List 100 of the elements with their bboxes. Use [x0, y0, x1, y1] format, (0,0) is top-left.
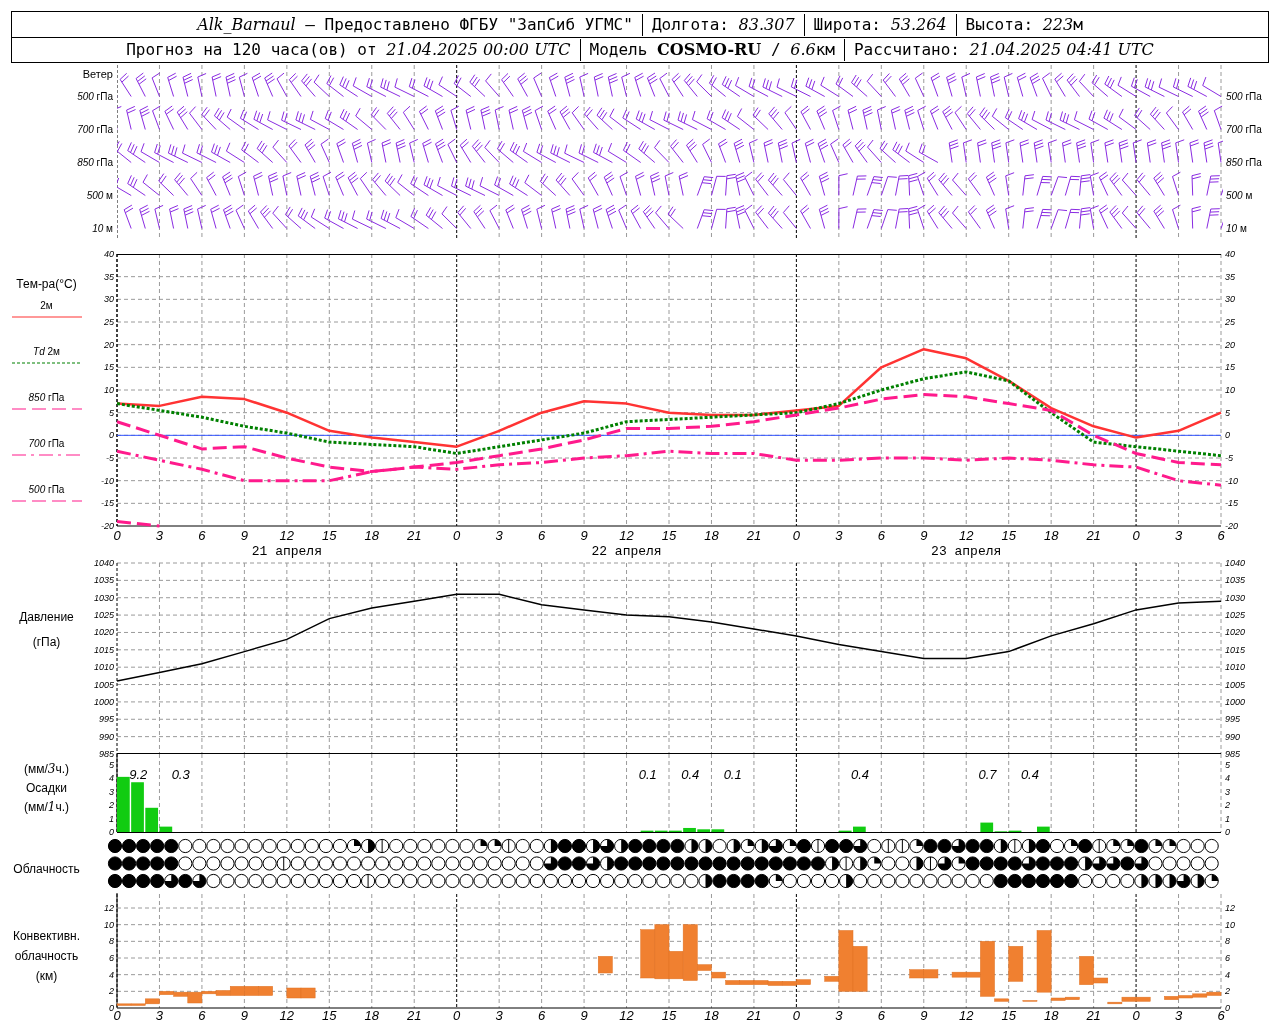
- y-tick-label: -20: [1225, 521, 1238, 531]
- x-tick-label: 15: [1001, 528, 1016, 543]
- x-tick-label: 0: [453, 1008, 461, 1023]
- x-tick-label: 12: [959, 1008, 974, 1023]
- axis-title: Тем-ра(°C): [16, 276, 77, 293]
- header-text: Прогноз на 120 часа(ов) от 21.04.2025 00:00 UTC: [126, 39, 571, 61]
- level-label: 500 м: [1226, 189, 1253, 203]
- header-text: Широта: 53.264: [813, 13, 947, 36]
- axis-title: Облачность: [13, 861, 80, 878]
- axis-unit: (мм/1 ч.): [23, 800, 70, 814]
- y-tick-label: 20: [104, 339, 114, 350]
- y-tick-label: 35: [1225, 271, 1235, 282]
- y-tick-label: 40: [1225, 249, 1235, 259]
- y-tick-label: -5: [106, 453, 114, 463]
- x-tick-label: 6: [538, 528, 546, 543]
- precipitation-total: 0.7: [978, 767, 997, 782]
- x-tick-label: 3: [495, 528, 503, 543]
- level-label: 850 гПа: [1226, 156, 1262, 170]
- y-tick-label: 0: [1225, 430, 1230, 441]
- y-tick-label: 6: [109, 953, 114, 963]
- y-tick-label: 2: [1225, 800, 1230, 811]
- y-tick-label: 985: [1225, 749, 1241, 759]
- precipitation-total: 0.4: [851, 767, 870, 782]
- y-tick-label: -20: [101, 521, 114, 531]
- y-tick-label: 1015: [93, 644, 114, 655]
- x-tick-label: 3: [835, 528, 843, 543]
- x-tick-label: 6: [1217, 1008, 1225, 1023]
- x-tick-label: 18: [704, 1008, 719, 1023]
- x-tick-label: 0: [113, 528, 121, 543]
- axis-title: Конвективн.: [12, 928, 81, 945]
- y-tick-label: 985: [98, 749, 114, 759]
- x-tick-label: 0: [453, 528, 461, 543]
- x-tick-label: 3: [155, 528, 164, 543]
- y-tick-label: -10: [1225, 475, 1238, 486]
- x-tick-label: 6: [538, 1008, 546, 1023]
- y-tick-label: 1010: [93, 662, 114, 673]
- y-tick-label: 1015: [1225, 644, 1246, 655]
- y-tick-label: 3: [109, 786, 114, 797]
- x-tick-label: 9: [580, 528, 588, 543]
- y-tick-label: 2: [109, 986, 114, 997]
- y-tick-label: -10: [101, 475, 114, 486]
- level-label: 700 гПа: [1226, 123, 1262, 137]
- x-tick-label: 12: [619, 1008, 634, 1023]
- header-text: Высота: 223м: [965, 13, 1083, 36]
- y-tick-label: -5: [1225, 453, 1233, 463]
- y-tick-label: 30: [104, 294, 114, 305]
- legend-label: Td 2м: [33, 345, 60, 359]
- y-tick-label: 990: [1225, 731, 1241, 742]
- precipitation-total: 0.4: [681, 767, 700, 782]
- x-tick-label: 12: [279, 1008, 295, 1023]
- y-tick-label: 1010: [1225, 662, 1246, 673]
- y-tick-label: 1035: [1225, 575, 1246, 586]
- y-tick-label: 1000: [1225, 696, 1246, 707]
- precipitation-total: 0.1: [638, 767, 657, 782]
- y-tick-label: 10: [104, 919, 114, 930]
- y-tick-label: 5: [1225, 407, 1230, 418]
- y-tick-label: 10: [104, 385, 114, 395]
- x-tick-label: 9: [920, 528, 928, 543]
- y-tick-label: 25: [104, 317, 114, 327]
- header-text: Модель COSMO-RU / 6.6км: [589, 39, 835, 61]
- x-tick-label: 9: [920, 1008, 928, 1023]
- y-tick-label: -15: [1225, 498, 1238, 509]
- y-tick-label: 1030: [93, 592, 114, 603]
- x-tick-label: 21: [746, 528, 762, 543]
- x-tick-label: 0: [1132, 528, 1140, 543]
- x-tick-label: 3: [495, 1008, 503, 1023]
- x-tick-label: 0: [792, 528, 800, 543]
- level-label: 700 гПа: [77, 123, 113, 137]
- level-label: 10 м: [92, 222, 113, 236]
- y-tick-label: 3: [1225, 786, 1230, 797]
- y-tick-label: 0: [109, 430, 114, 441]
- axis-unit: (км): [35, 968, 58, 985]
- x-tick-label: 15: [661, 528, 677, 543]
- y-tick-label: 2: [1225, 986, 1230, 997]
- y-tick-label: 6: [1225, 953, 1230, 963]
- y-tick-label: 4: [109, 773, 114, 784]
- y-tick-label: 30: [1225, 294, 1235, 305]
- level-label: 500 м: [86, 189, 113, 203]
- legend-label: 2м: [40, 299, 53, 313]
- x-tick-label: 6: [1217, 528, 1225, 543]
- y-tick-label: 995: [1225, 714, 1241, 725]
- x-tick-label: 21: [407, 1008, 422, 1023]
- y-tick-label: 25: [1225, 317, 1235, 327]
- x-tick-label: 18: [364, 1008, 379, 1023]
- y-tick-label: 1030: [1225, 592, 1246, 603]
- x-tick-label: 6: [198, 528, 206, 543]
- day-label: 21 апреля: [251, 544, 322, 559]
- y-tick-label: 10: [1225, 919, 1235, 930]
- y-tick-label: 1: [109, 813, 114, 824]
- header-text: Alk_Barnaul — Предоставлено ФГБУ "ЗапСиб УГМС": [197, 13, 633, 36]
- y-tick-label: 5: [109, 759, 114, 770]
- x-tick-label: 9: [580, 1008, 588, 1023]
- precipitation-total: 0.1: [723, 767, 742, 782]
- level-label: 10 м: [1226, 222, 1247, 236]
- x-tick-label: 3: [1174, 528, 1183, 543]
- x-tick-label: 3: [1174, 1008, 1183, 1023]
- y-tick-label: 1020: [93, 627, 114, 638]
- precipitation-total: 0.3: [171, 767, 190, 782]
- x-tick-label: 6: [198, 1008, 206, 1023]
- x-tick-label: 18: [364, 528, 379, 543]
